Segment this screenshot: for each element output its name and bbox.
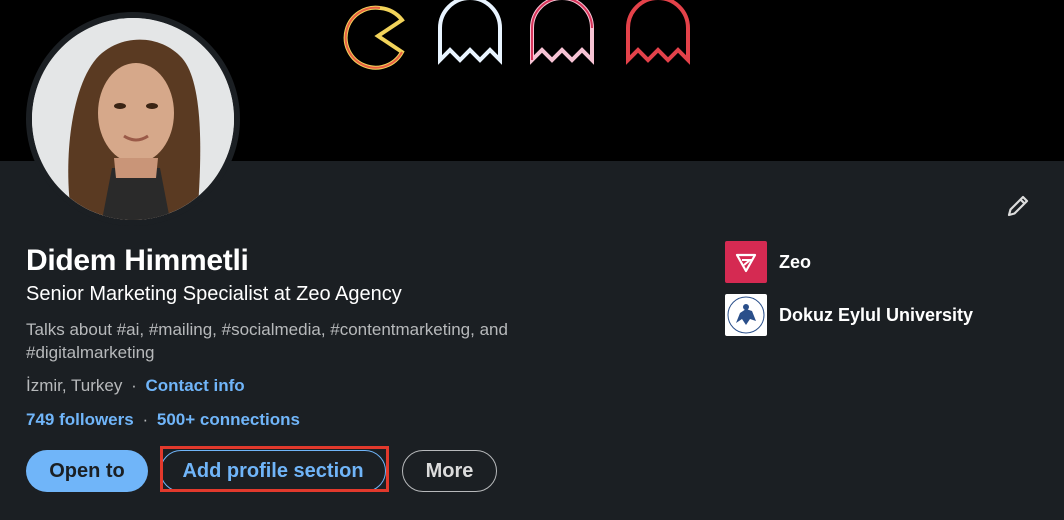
avatar bbox=[32, 18, 234, 220]
open-to-button[interactable]: Open to bbox=[26, 450, 148, 492]
profile-headline: Senior Marketing Specialist at Zeo Agenc… bbox=[26, 283, 402, 305]
profile-photo[interactable] bbox=[26, 12, 240, 226]
pacman-ghosts-banner-art bbox=[343, 0, 690, 70]
stats-separator: · bbox=[142, 410, 149, 429]
connections-link[interactable]: 500+ connections bbox=[157, 410, 300, 429]
zeo-logo-icon bbox=[725, 241, 767, 283]
network-stats: 749 followers · 500+ connections bbox=[26, 410, 300, 430]
org-name: Dokuz Eylul University bbox=[779, 304, 974, 325]
add-profile-section-button[interactable]: Add profile section bbox=[160, 450, 386, 492]
edit-intro-button[interactable] bbox=[998, 186, 1038, 226]
org-item-zeo[interactable]: Zeo bbox=[725, 241, 811, 283]
org-name: Zeo bbox=[779, 251, 812, 272]
separator: · bbox=[131, 376, 137, 395]
contact-info-link[interactable]: Contact info bbox=[146, 376, 245, 395]
location-line: İzmir, Turkey · Contact info bbox=[26, 376, 245, 396]
pencil-icon bbox=[1007, 195, 1029, 217]
profile-name: Didem Himmetli bbox=[26, 244, 249, 277]
university-seal-icon bbox=[725, 294, 767, 336]
org-item-dokuz-eylul[interactable]: Dokuz Eylul University bbox=[725, 294, 973, 336]
location-text: İzmir, Turkey bbox=[26, 376, 123, 395]
followers-link[interactable]: 749 followers bbox=[26, 410, 134, 429]
more-button[interactable]: More bbox=[402, 450, 497, 492]
profile-about-topics: Talks about #ai, #mailing, #socialmedia,… bbox=[26, 320, 508, 362]
